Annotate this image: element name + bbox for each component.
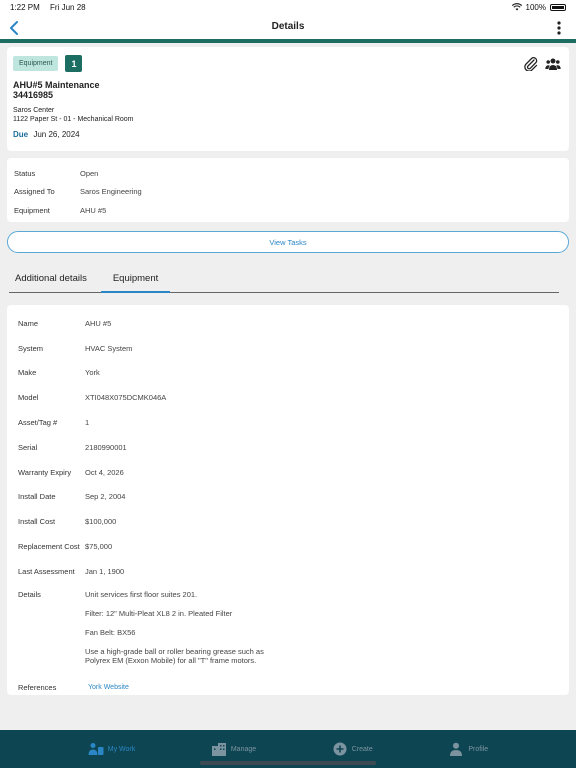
tab-bar-profile[interactable]: Profile bbox=[448, 742, 488, 756]
summary-label: Equipment bbox=[14, 205, 50, 215]
equipment-label: Last Assessment bbox=[18, 566, 75, 576]
equipment-value: Oct 4, 2026 bbox=[85, 467, 124, 477]
detail-tabs: Additional details Equipment bbox=[9, 267, 559, 293]
plus-circle-icon bbox=[333, 742, 347, 756]
equipment-row: Serial 2180990001 bbox=[18, 435, 558, 460]
equipment-count-badge: 1 bbox=[65, 55, 83, 72]
details-line: Unit services first floor suites 201. bbox=[85, 589, 198, 599]
equipment-label: Name bbox=[18, 318, 39, 328]
people-group-icon[interactable] bbox=[545, 57, 561, 71]
equipment-value: XTI048X075DCMK046A bbox=[85, 393, 167, 403]
tab-bar-label: Manage bbox=[230, 745, 257, 753]
equipment-value: Sep 2, 2004 bbox=[85, 492, 126, 502]
equipment-details-text: Unit services first floor suites 201. Fi… bbox=[85, 590, 275, 675]
equipment-details-row: Details Unit services first floor suites… bbox=[18, 584, 558, 675]
view-tasks-button[interactable]: View Tasks bbox=[7, 231, 569, 253]
equipment-row: Make York bbox=[18, 361, 558, 386]
equipment-references-row: References York Website bbox=[18, 675, 558, 700]
tab-bar-label: Profile bbox=[468, 745, 489, 753]
equipment-label: System bbox=[18, 343, 44, 353]
details-line: Use a high-grade ball or roller bearing … bbox=[85, 646, 264, 665]
equipment-row: Name AHU #5 bbox=[18, 311, 558, 336]
summary-value: AHU #5 bbox=[80, 205, 107, 215]
equipment-label: Warranty Expiry bbox=[18, 467, 72, 477]
equipment-row: System HVAC System bbox=[18, 336, 558, 361]
person-icon bbox=[450, 742, 463, 756]
summary-card: Status Open Assigned To Saros Engineerin… bbox=[7, 158, 569, 222]
wifi-icon bbox=[511, 3, 522, 11]
equipment-label: Install Cost bbox=[18, 517, 56, 527]
equipment-value: Jan 1, 1900 bbox=[85, 566, 125, 576]
equipment-value: York bbox=[85, 368, 100, 378]
equipment-row: Asset/Tag # 1 bbox=[18, 410, 558, 435]
home-indicator bbox=[200, 761, 376, 765]
tab-additional-details[interactable]: Additional details bbox=[9, 267, 93, 292]
summary-label: Status bbox=[14, 168, 36, 178]
work-order-number: 34416985 bbox=[13, 90, 54, 100]
work-order-type-chip: Equipment bbox=[13, 56, 59, 71]
status-right: 100% bbox=[511, 2, 566, 12]
equipment-label: Make bbox=[18, 368, 37, 378]
equipment-row: Install Cost $100,000 bbox=[18, 509, 558, 534]
equipment-label: Model bbox=[18, 393, 39, 403]
summary-row-equipment: Equipment AHU #5 bbox=[14, 201, 562, 220]
summary-row-status: Status Open bbox=[14, 164, 562, 183]
equipment-detail-card: Name AHU #5 System HVAC System Make York… bbox=[7, 305, 569, 695]
equipment-value: HVAC System bbox=[85, 343, 133, 353]
work-order-title: AHU#5 Maintenance bbox=[13, 80, 100, 90]
summary-value: Saros Engineering bbox=[80, 187, 142, 197]
equipment-label: Asset/Tag # bbox=[18, 418, 58, 428]
due-row: Due Jun 26, 2024 bbox=[13, 130, 563, 139]
site-address: 1122 Paper St - 01 - Mechanical Room bbox=[13, 116, 134, 123]
equipment-value: $100,000 bbox=[85, 517, 117, 527]
status-date: Fri Jun 28 bbox=[50, 2, 86, 12]
equipment-row: Install Date Sep 2, 2004 bbox=[18, 485, 558, 510]
page-title: Details bbox=[271, 21, 305, 32]
equipment-label: Serial bbox=[18, 442, 38, 452]
tab-bar-label: My Work bbox=[107, 745, 136, 753]
summary-value: Open bbox=[80, 168, 99, 178]
tab-equipment[interactable]: Equipment bbox=[100, 267, 171, 293]
more-vertical-icon[interactable] bbox=[556, 20, 562, 36]
site-name: Saros Center bbox=[13, 107, 55, 114]
details-line: Filter: 12" Multi-Pleat XL8 2 in. Pleate… bbox=[85, 608, 233, 618]
summary-label: Assigned To bbox=[14, 187, 55, 197]
back-chevron-icon[interactable] bbox=[8, 20, 22, 36]
due-date: Jun 26, 2024 bbox=[33, 130, 80, 139]
building-icon bbox=[211, 743, 226, 756]
paperclip-icon[interactable] bbox=[523, 57, 539, 71]
summary-row-assigned: Assigned To Saros Engineering bbox=[14, 183, 562, 202]
equipment-label: Install Date bbox=[18, 492, 56, 502]
work-order-header-card: Equipment 1 AHU#5 Maintenance 34416985 S… bbox=[7, 47, 569, 151]
due-label: Due bbox=[13, 130, 29, 139]
status-left: 1:22 PM Fri Jun 28 bbox=[10, 3, 94, 12]
tab-bar-label: Create bbox=[351, 745, 373, 753]
equipment-row: Warranty Expiry Oct 4, 2026 bbox=[18, 460, 558, 485]
equipment-label: Details bbox=[18, 589, 41, 599]
bottom-tab-bar: My Work Manage Create Profile bbox=[0, 730, 576, 768]
status-time: 1:22 PM bbox=[10, 2, 40, 12]
equipment-row: Model XTI048X075DCMK046A bbox=[18, 385, 558, 410]
status-bar: 1:22 PM Fri Jun 28 100% bbox=[0, 0, 576, 14]
equipment-label: Replacement Cost bbox=[18, 542, 80, 552]
details-line: Fan Belt: BX56 bbox=[85, 627, 136, 637]
equipment-value: 2180990001 bbox=[85, 442, 127, 452]
tab-bar-manage[interactable]: Manage bbox=[211, 742, 256, 756]
equipment-value: 1 bbox=[85, 418, 90, 428]
person-checklist-icon bbox=[88, 743, 104, 755]
header-actions bbox=[523, 57, 561, 71]
equipment-value: AHU #5 bbox=[85, 318, 112, 328]
tab-bar-create[interactable]: Create bbox=[332, 742, 373, 756]
tab-bar-my-work[interactable]: My Work bbox=[88, 742, 135, 756]
york-website-link[interactable]: York Website bbox=[85, 684, 129, 691]
equipment-row: Last Assessment Jan 1, 1900 bbox=[18, 559, 558, 584]
equipment-row: Replacement Cost $75,000 bbox=[18, 534, 558, 559]
battery-percent: 100% bbox=[525, 2, 546, 12]
chip-row: Equipment 1 bbox=[13, 55, 563, 72]
battery-icon bbox=[550, 3, 566, 11]
equipment-value: $75,000 bbox=[85, 542, 113, 552]
equipment-label: References bbox=[18, 682, 57, 692]
nav-bar: Details bbox=[0, 14, 576, 43]
